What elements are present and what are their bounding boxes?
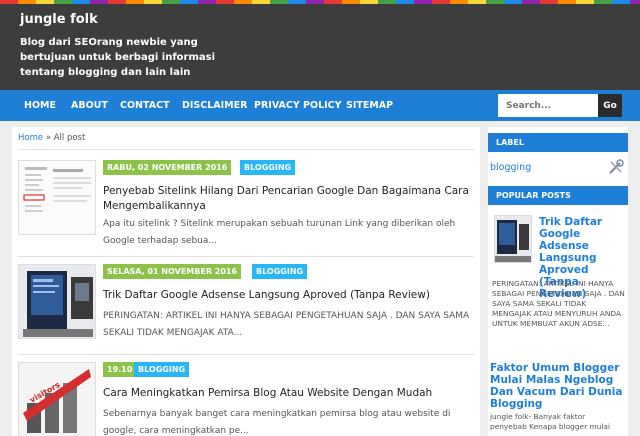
post-title[interactable]: Penyebab Sitelink Hilang Dari Pencarian … <box>103 184 471 214</box>
post-thumbnail[interactable]: visitors <box>18 362 96 436</box>
post-label[interactable]: BLOGGING <box>252 264 308 279</box>
popular-post-thumbnail[interactable] <box>494 215 532 263</box>
nav-disclaimer[interactable]: DISCLAIMER <box>182 90 247 121</box>
popular-posts-heading: POPULAR POSTS <box>488 186 628 205</box>
breadcrumb-home[interactable]: Home <box>18 133 43 143</box>
site-header: jungle folk Blog dari SEOrang newbie yan… <box>0 4 640 90</box>
post-title[interactable]: Trik Daftar Google Adsense Langsung Apro… <box>103 288 471 303</box>
search-input[interactable] <box>498 94 598 117</box>
tools-icon[interactable] <box>608 159 624 179</box>
nav-sitemap[interactable]: SITEMAP <box>346 90 393 121</box>
post-date: SELASA, 01 NOVEMBER 2016 <box>103 264 242 279</box>
site-title[interactable]: jungle folk <box>20 12 98 27</box>
sidebar: LABEL blogging POPULAR POSTS Trik Daftar… <box>488 127 628 436</box>
post-title[interactable]: Cara Meningkatkan Pemirsa Blog Atau Webs… <box>103 386 471 401</box>
breadcrumb-separator: » <box>45 133 52 143</box>
post-snippet: Sebenarnya banyak banget cara meningkatk… <box>103 409 451 436</box>
post-thumbnail[interactable] <box>18 160 96 235</box>
label-widget-heading: LABEL <box>488 133 628 152</box>
post-date: 19.10 <box>103 362 137 377</box>
breadcrumb-current: All post <box>53 133 86 143</box>
site-description: Blog dari SEOrang newbie yang bertujuan … <box>20 37 216 78</box>
post-snippet: Apa itu sitelink ? Sitelink merupakan se… <box>103 219 456 246</box>
search-button[interactable]: Go <box>598 94 622 117</box>
post-thumbnail[interactable] <box>18 264 96 339</box>
nav-home[interactable]: HOME <box>24 90 56 121</box>
nav-privacy-policy[interactable]: PRIVACY POLICY <box>254 90 342 121</box>
nav-contact[interactable]: CONTACT <box>120 90 170 121</box>
label-link-blogging[interactable]: blogging <box>490 162 531 173</box>
nav-about[interactable]: ABOUT <box>71 90 108 121</box>
post-label[interactable]: BLOGGING <box>134 362 190 377</box>
popular-post-snippet: jungle folk- Banyak faktor penyebab Kena… <box>490 412 611 431</box>
divider <box>18 149 474 150</box>
divider <box>18 256 474 257</box>
main-content: Home » All post RABU, 02 NOVEMBER 2016 B… <box>12 127 480 436</box>
popular-post-snippet: PERINGATAN: ARTIKEL INI HANYA SEBAGAI PE… <box>492 279 625 328</box>
popular-post-title[interactable]: Faktor Umum Blogger Mulai Malas Ngeblog … <box>490 362 624 410</box>
post-date: RABU, 02 NOVEMBER 2016 <box>103 160 232 175</box>
post-label[interactable]: BLOGGING <box>240 160 296 175</box>
divider <box>18 354 474 355</box>
post-snippet: PERINGATAN: ARTIKEL INI HANYA SEBAGAI PE… <box>103 311 470 338</box>
breadcrumb: Home » All post <box>18 133 85 143</box>
